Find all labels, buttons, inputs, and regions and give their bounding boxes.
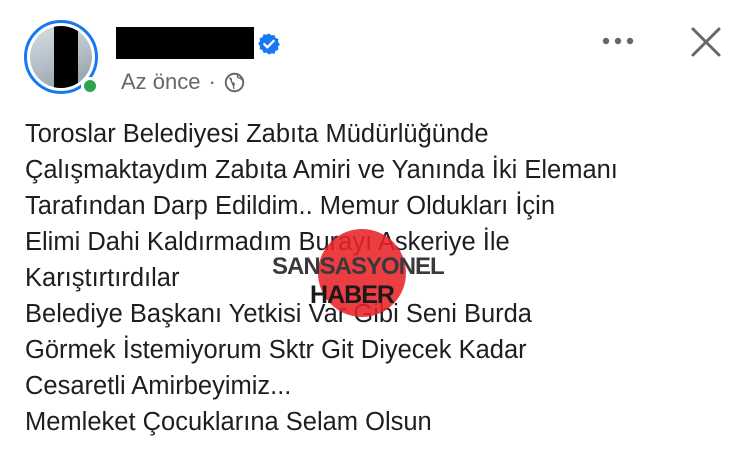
author-name-redacted[interactable]: [116, 27, 254, 59]
post-text-line: Elimi Dahi Kaldırmadım Burayı Askeriye İ…: [25, 228, 510, 256]
post-timestamp[interactable]: Az önce: [121, 69, 201, 95]
close-icon[interactable]: [688, 24, 724, 60]
verified-badge-icon: [258, 33, 280, 55]
avatar-censor-bar: [54, 26, 78, 88]
meta-separator: ·: [208, 69, 216, 94]
globe-icon[interactable]: [224, 72, 245, 93]
more-options-icon: [602, 37, 634, 45]
post-meta: Az önce ·: [121, 69, 245, 95]
post-text-line: Toroslar Belediyesi Zabıta Müdürlüğünde: [25, 120, 489, 148]
post-text: Toroslar Belediyesi Zabıta Müdürlüğünde …: [25, 116, 740, 440]
online-status-dot: [81, 77, 99, 95]
post-text-line: Karıştırtırdılar: [25, 264, 180, 292]
post-text-line: Görmek İstemiyorum Sktr Git Diyecek Kada…: [25, 336, 527, 364]
more-options-button[interactable]: [600, 27, 636, 55]
post-text-line: Belediye Başkanı Yetkisi Var Gibi Seni B…: [25, 300, 532, 328]
post-text-line: Çalışmaktaydım Zabıta Amiri ve Yanında İ…: [25, 156, 618, 184]
post-text-line: Tarafından Darp Edildim.. Memur Olduklar…: [25, 192, 556, 220]
post-text-line: Memleket Çocuklarına Selam Olsun: [25, 408, 432, 436]
post-text-line: Cesaretli Amirbeyimiz...: [25, 372, 292, 400]
profile-avatar[interactable]: [24, 20, 104, 100]
